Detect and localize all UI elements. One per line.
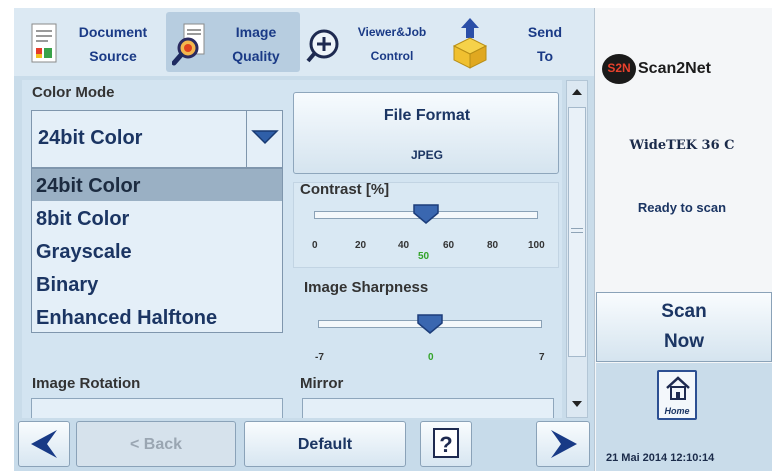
home-label: Home	[664, 406, 690, 416]
document-source-tab[interactable]: Document Source	[18, 12, 162, 72]
image-quality-label-1: Image	[235, 24, 277, 40]
help-icon: ?	[433, 428, 459, 458]
color-mode-select[interactable]: 24bit Color	[31, 110, 283, 168]
sharpness-min-label: -7	[315, 352, 324, 363]
sharpness-max-label: 7	[539, 352, 545, 363]
default-button-label: Default	[297, 436, 353, 453]
color-mode-label: Color Mode	[32, 84, 115, 101]
previous-button[interactable]	[18, 421, 70, 467]
next-button[interactable]	[536, 421, 590, 467]
color-mode-value: 24bit Color	[38, 127, 143, 149]
file-format-title: File Format	[383, 107, 471, 124]
arrow-left-icon	[27, 428, 61, 460]
image-rotation-select[interactable]	[31, 398, 283, 418]
device-name: WideTEK 36 C	[629, 138, 735, 153]
contrast-label: Contrast [%]	[300, 181, 390, 198]
contrast-value: 50	[418, 251, 430, 262]
viewer-job-label-2: Control	[370, 49, 414, 63]
contrast-tick: 100	[528, 240, 545, 251]
color-mode-option-24bit[interactable]: 24bit Color	[32, 169, 282, 201]
color-mode-option-grayscale[interactable]: Grayscale	[32, 235, 282, 267]
image-quality-label-2: Quality	[232, 48, 280, 64]
scroll-down-icon[interactable]	[568, 395, 586, 413]
home-icon	[665, 375, 691, 401]
image-quality-tab[interactable]: Image Quality	[166, 12, 300, 72]
magnifier-icon	[171, 22, 208, 66]
sharpness-value: 0	[428, 352, 434, 363]
color-mode-option-binary[interactable]: Binary	[32, 268, 282, 300]
scan-now-button[interactable]: Scan Now	[596, 292, 772, 362]
viewer-job-label-1: Viewer&Job	[357, 25, 427, 39]
send-box-icon	[450, 16, 490, 69]
contrast-tick: 40	[398, 240, 410, 251]
document-source-label-2: Source	[89, 48, 137, 64]
file-format-button[interactable]: File Format JPEG	[293, 92, 559, 174]
contrast-tick: 80	[487, 240, 499, 251]
send-to-label-1: Send	[527, 24, 563, 40]
scrollbar-thumb[interactable]	[568, 107, 586, 357]
sharpness-slider-thumb[interactable]	[416, 313, 444, 335]
file-format-value: JPEG	[410, 148, 443, 162]
document-icon	[26, 22, 62, 64]
color-mode-option-enhanced-halftone[interactable]: Enhanced Halftone	[32, 301, 282, 333]
default-button[interactable]: Default	[244, 421, 406, 467]
scrollbar[interactable]	[566, 80, 588, 418]
date-time: 21 Mai 2014 12:10:14	[606, 452, 715, 464]
back-button-label: < Back	[129, 436, 183, 453]
scroll-up-icon[interactable]	[568, 83, 586, 101]
mirror-label: Mirror	[300, 375, 344, 392]
scan2net-logo-badge: S2N	[602, 54, 636, 84]
send-to-label-2: To	[536, 48, 554, 64]
contrast-slider-thumb[interactable]	[412, 203, 440, 225]
document-source-label-1: Document	[78, 24, 148, 40]
scan2net-logo-text: Scan2Net	[638, 60, 711, 77]
arrow-right-icon	[547, 428, 581, 460]
home-button[interactable]: Home	[657, 370, 697, 420]
contrast-tick: 0	[312, 240, 318, 251]
image-sharpness-label: Image Sharpness	[304, 279, 429, 296]
contrast-tick: 20	[355, 240, 367, 251]
scan-now-label-2: Now	[663, 331, 705, 352]
scanner-status: Ready to scan	[637, 200, 727, 215]
image-rotation-label: Image Rotation	[32, 375, 141, 392]
viewer-job-control-tab[interactable]: Viewer&Job Control	[304, 12, 442, 72]
scan-now-label-1: Scan	[661, 301, 707, 322]
zoom-out-icon	[306, 24, 342, 66]
mirror-select[interactable]	[302, 398, 554, 418]
color-mode-dropdown: 24bit Color 8bit Color Grayscale Binary …	[31, 168, 283, 333]
help-button[interactable]: ?	[420, 421, 472, 467]
color-mode-option-8bit[interactable]: 8bit Color	[32, 202, 282, 234]
back-button[interactable]: < Back	[76, 421, 236, 467]
send-to-tab[interactable]: Send To	[446, 12, 592, 72]
contrast-tick: 60	[443, 240, 455, 251]
chevron-down-icon[interactable]	[246, 111, 283, 167]
